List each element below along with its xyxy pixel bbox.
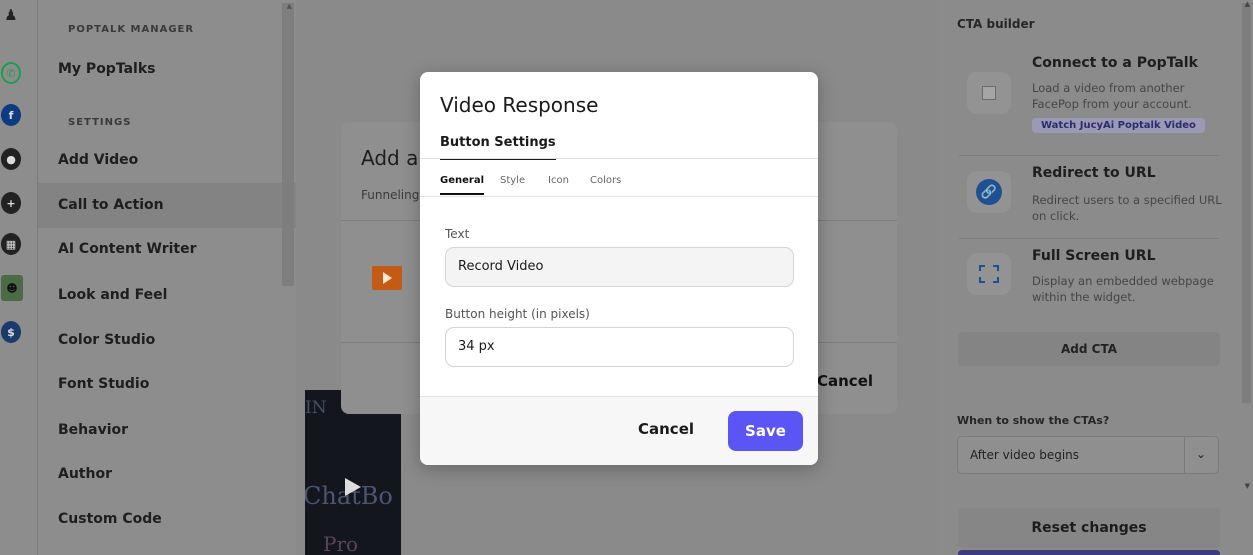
height-field-label: Button height (in pixels) bbox=[445, 307, 590, 321]
background-modal-title: Add a bbox=[361, 146, 419, 170]
subtab-style[interactable]: Style bbox=[500, 175, 525, 186]
thumbnail-art: IN bbox=[305, 398, 327, 418]
cta-card-title[interactable]: Full Screen URL bbox=[1032, 248, 1156, 264]
icon-rail: ♟ ✆ f ● + ▦ ☻ $ bbox=[0, 0, 38, 555]
sidebar-item-add-video[interactable]: Add Video bbox=[58, 152, 138, 168]
fullscreen-icon bbox=[979, 265, 999, 283]
sidebar-item-behavior[interactable]: Behavior bbox=[58, 422, 128, 438]
divider bbox=[420, 196, 818, 197]
divider bbox=[1184, 437, 1185, 473]
divider bbox=[959, 155, 1219, 156]
reset-changes-button[interactable]: Reset changes bbox=[958, 508, 1220, 548]
bot-icon[interactable]: ☻ bbox=[1, 275, 23, 301]
video-response-icon[interactable] bbox=[372, 266, 402, 290]
cta-card-icon: 🔗 bbox=[967, 171, 1011, 213]
height-field[interactable] bbox=[445, 327, 794, 367]
cta-card-icon bbox=[967, 253, 1011, 295]
sidebar: ▲ POPTALK MANAGER My PopTalks SETTINGS A… bbox=[38, 0, 296, 555]
section-heading-settings: SETTINGS bbox=[68, 117, 132, 128]
sidebar-item-font-studio[interactable]: Font Studio bbox=[58, 376, 149, 392]
dollar-icon[interactable]: $ bbox=[1, 321, 21, 343]
cta-card-title: Connect to a PopTalk bbox=[1032, 55, 1198, 71]
sidebar-item-ai-content-writer[interactable]: AI Content Writer bbox=[58, 241, 197, 257]
background-modal-subtitle: Funneling bbox=[361, 188, 420, 202]
avatar-icon[interactable]: ♟ bbox=[1, 4, 21, 26]
when-to-show-label: When to show the CTAs? bbox=[957, 414, 1110, 427]
scroll-up-icon[interactable]: ▲ bbox=[287, 2, 292, 10]
sidebar-item-custom-code[interactable]: Custom Code bbox=[58, 511, 162, 527]
facebook-icon[interactable]: f bbox=[1, 104, 21, 126]
sidebar-item-color-studio[interactable]: Color Studio bbox=[58, 332, 155, 348]
cta-card-icon bbox=[967, 72, 1011, 114]
cta-builder-panel: CTA builder ▲ ▼ Connect to a PopTalk Loa… bbox=[941, 0, 1253, 555]
image-placeholder-icon bbox=[982, 86, 996, 100]
subtab-general[interactable]: General bbox=[440, 175, 484, 195]
sidebar-item-author[interactable]: Author bbox=[58, 466, 112, 482]
cta-card-desc: Load a video from another FacePop from y… bbox=[1032, 81, 1192, 111]
subtab-icon[interactable]: Icon bbox=[548, 175, 569, 186]
modal-title: Video Response bbox=[440, 93, 599, 117]
chevron-down-icon[interactable]: ⌄ bbox=[1196, 447, 1206, 461]
document-icon[interactable]: ▦ bbox=[1, 233, 21, 255]
play-icon[interactable] bbox=[345, 478, 361, 496]
sidebar-item-call-to-action[interactable]: Call to Action bbox=[58, 197, 164, 213]
cta-card-title[interactable]: Redirect to URL bbox=[1032, 165, 1156, 181]
add-cta-button[interactable]: Add CTA bbox=[958, 332, 1220, 366]
section-heading-poptalk-manager: POPTALK MANAGER bbox=[68, 24, 195, 35]
cta-card-desc: Redirect users to a specified URL on cli… bbox=[1032, 193, 1222, 223]
user-icon[interactable]: ● bbox=[1, 148, 21, 170]
save-button[interactable]: Save bbox=[728, 411, 803, 451]
text-field[interactable] bbox=[445, 247, 794, 287]
watch-video-badge[interactable]: Watch JucyAi Poptalk Video bbox=[1032, 118, 1205, 133]
video-response-modal: Video Response Button Settings General S… bbox=[420, 72, 818, 465]
whatsapp-icon[interactable]: ✆ bbox=[1, 62, 21, 84]
sidebar-item-look-and-feel[interactable]: Look and Feel bbox=[58, 287, 167, 303]
text-field-label: Text bbox=[445, 227, 470, 241]
background-cancel-button[interactable]: Cancel bbox=[817, 372, 873, 390]
cta-builder-heading: CTA builder bbox=[957, 17, 1035, 31]
when-to-show-select[interactable]: After video begins ⌄ bbox=[957, 436, 1219, 474]
video-preview-thumbnail[interactable]: IN ChatBo Pro bbox=[305, 390, 401, 555]
thumbnail-art: Pro bbox=[323, 532, 359, 555]
cancel-button[interactable]: Cancel bbox=[638, 420, 694, 438]
scroll-down-icon[interactable]: ▼ bbox=[1245, 482, 1250, 490]
divider bbox=[959, 238, 1219, 239]
when-to-show-value: After video begins bbox=[970, 448, 1080, 462]
height-input[interactable] bbox=[458, 339, 778, 354]
text-input[interactable] bbox=[458, 259, 778, 274]
subtab-colors[interactable]: Colors bbox=[590, 175, 621, 186]
link-icon: 🔗 bbox=[976, 179, 1002, 205]
cta-card-desc: Display an embedded webpage within the w… bbox=[1032, 274, 1214, 304]
primary-button-partial[interactable] bbox=[958, 550, 1220, 555]
sidebar-scrollbar[interactable] bbox=[282, 3, 294, 286]
tab-button-settings[interactable]: Button Settings bbox=[440, 135, 556, 160]
sidebar-item-my-poptalks[interactable]: My PopTalks bbox=[58, 61, 155, 77]
scroll-up-icon[interactable]: ▲ bbox=[1245, 0, 1250, 8]
plus-icon[interactable]: + bbox=[1, 192, 21, 214]
right-scrollbar[interactable] bbox=[1242, 3, 1251, 403]
divider bbox=[420, 158, 818, 159]
